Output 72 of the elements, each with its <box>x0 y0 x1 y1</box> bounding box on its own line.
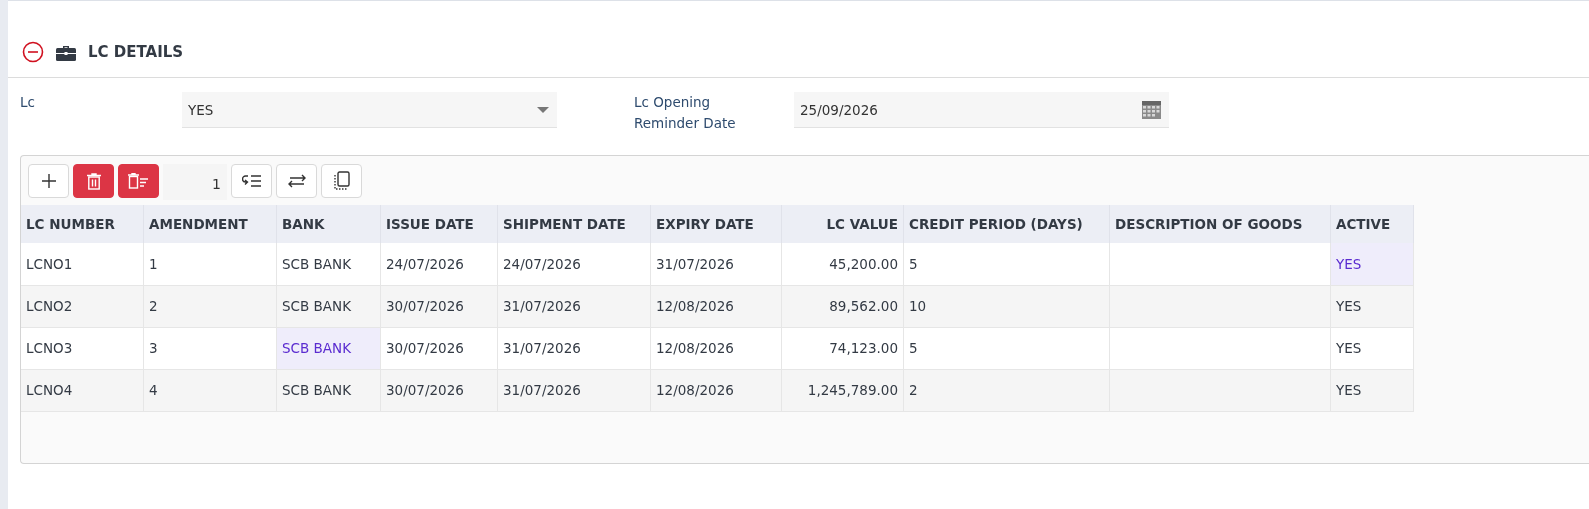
swap-button[interactable] <box>276 164 317 198</box>
table-cell[interactable]: 2 <box>143 285 277 327</box>
copy-icon <box>332 171 351 191</box>
swap-arrows-icon <box>286 174 307 188</box>
trash-list-icon <box>127 173 150 189</box>
table-cell[interactable]: 24/07/2026 <box>497 243 651 285</box>
table-cell[interactable]: 30/07/2026 <box>380 285 498 327</box>
column-header[interactable]: SHIPMENT DATE <box>497 205 651 243</box>
table-cell[interactable] <box>1109 369 1331 411</box>
table-cell[interactable]: SCB BANK <box>276 327 381 369</box>
table-cell[interactable]: 30/07/2026 <box>380 369 498 411</box>
field-label: Lc <box>20 93 36 112</box>
table-cell[interactable]: 5 <box>903 327 1110 369</box>
table-cell[interactable]: 31/07/2026 <box>497 327 651 369</box>
column-header[interactable]: EXPIRY DATE <box>650 205 782 243</box>
column-header[interactable]: LC VALUE <box>781 205 904 243</box>
table-cell[interactable]: 10 <box>903 285 1110 327</box>
table-cell[interactable] <box>1109 285 1331 327</box>
table-cell[interactable]: LCNO2 <box>21 285 144 327</box>
column-header[interactable]: ISSUE DATE <box>380 205 498 243</box>
table-cell[interactable]: 1 <box>143 243 277 285</box>
table-cell[interactable]: YES <box>1330 285 1414 327</box>
list-button[interactable] <box>231 164 272 198</box>
table-cell[interactable]: 89,562.00 <box>781 285 904 327</box>
table-cell[interactable] <box>1109 327 1331 369</box>
table-cell[interactable]: YES <box>1330 369 1414 411</box>
trash-icon <box>86 172 101 190</box>
table-cell[interactable]: SCB BANK <box>276 285 381 327</box>
column-header[interactable]: LC NUMBER <box>21 205 144 243</box>
column-header[interactable]: AMENDMENT <box>143 205 277 243</box>
calendar-icon[interactable] <box>1142 100 1161 119</box>
copy-button[interactable] <box>321 164 362 198</box>
briefcase-icon <box>56 43 76 61</box>
column-header[interactable]: DESCRIPTION OF GOODS <box>1109 205 1331 243</box>
table-cell[interactable]: 74,123.00 <box>781 327 904 369</box>
table-cell[interactable]: 5 <box>903 243 1110 285</box>
column-header[interactable]: BANK <box>276 205 381 243</box>
table-cell[interactable]: LCNO1 <box>21 243 144 285</box>
table-cell[interactable]: 30/07/2026 <box>380 327 498 369</box>
add-icon <box>41 174 56 188</box>
list-icon <box>241 173 262 189</box>
collapse-icon[interactable] <box>22 41 44 63</box>
table-cell[interactable]: 3 <box>143 327 277 369</box>
add-button[interactable] <box>28 164 69 198</box>
table-cell[interactable]: YES <box>1330 243 1414 285</box>
table-cell[interactable]: SCB BANK <box>276 243 381 285</box>
table-cell[interactable]: LCNO4 <box>21 369 144 411</box>
section-title: LC DETAILS <box>88 43 184 61</box>
table-cell[interactable]: 12/08/2026 <box>650 369 782 411</box>
column-header[interactable]: CREDIT PERIOD (DAYS) <box>903 205 1110 243</box>
dropdown-field[interactable]: YES <box>182 92 557 128</box>
table-cell[interactable]: LCNO3 <box>21 327 144 369</box>
number-field[interactable]: 1 <box>163 164 227 200</box>
table-cell[interactable]: 31/07/2026 <box>497 369 651 411</box>
table-cell[interactable]: 45,200.00 <box>781 243 904 285</box>
table-cell[interactable]: SCB BANK <box>276 369 381 411</box>
table-cell[interactable]: YES <box>1330 327 1414 369</box>
delete-rows-button[interactable] <box>118 164 159 198</box>
field-label: Lc Opening Reminder Date <box>634 93 737 133</box>
column-header[interactable]: ACTIVE <box>1330 205 1414 243</box>
delete-button[interactable] <box>73 164 114 198</box>
table-cell[interactable]: 31/07/2026 <box>650 243 782 285</box>
caret-icon <box>537 106 549 113</box>
table-cell[interactable]: 1,245,789.00 <box>781 369 904 411</box>
table-cell[interactable]: 2 <box>903 369 1110 411</box>
table-cell[interactable]: 24/07/2026 <box>380 243 498 285</box>
table-cell[interactable] <box>1109 243 1331 285</box>
date-field[interactable]: 25/09/2026 <box>794 92 1169 128</box>
table-cell[interactable]: 4 <box>143 369 277 411</box>
table-cell[interactable]: 31/07/2026 <box>497 285 651 327</box>
table-cell[interactable]: 12/08/2026 <box>650 327 782 369</box>
table-cell[interactable]: 12/08/2026 <box>650 285 782 327</box>
